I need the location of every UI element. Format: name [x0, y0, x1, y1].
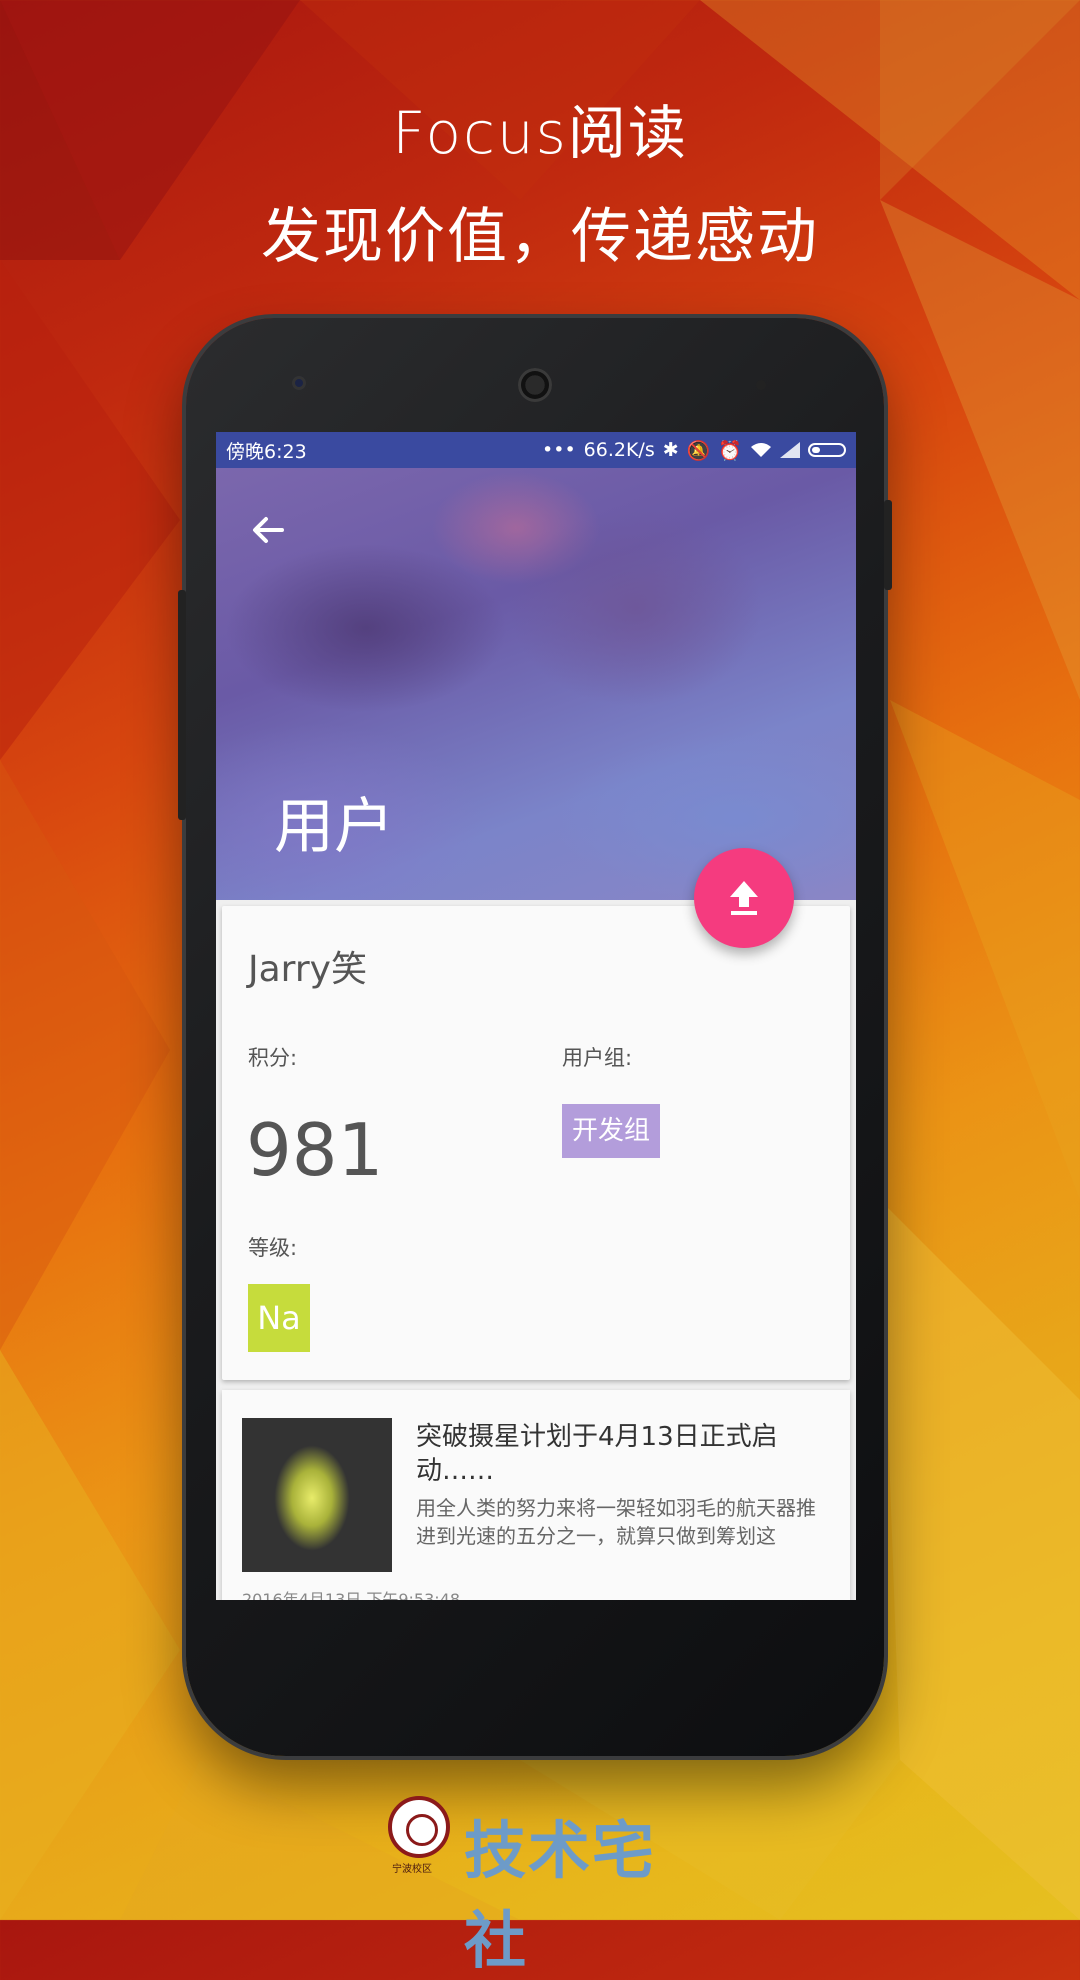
score-value: 981 [246, 1108, 384, 1192]
user-info-card: Jarry笑 积分: 981 用户组: 开发组 等级: Na [222, 906, 850, 1380]
earpiece-speaker [518, 368, 552, 402]
level-badge: Na [248, 1284, 310, 1352]
group-label: 用户组: [562, 1046, 633, 1070]
status-right: ••• 66.2K/s ✱ 🔕 ⏰ [542, 439, 846, 462]
article-thumbnail [242, 1418, 392, 1572]
logo-subtext: 宁波校区 [392, 1864, 432, 1875]
article-card[interactable]: 突破摄星计划于4月13日正式启动…… 用全人类的努力来将一架轻如羽毛的航天器推进… [222, 1390, 850, 1600]
phone-screen: 傍晚6:23 ••• 66.2K/s ✱ 🔕 ⏰ 用户 Jarry笑 积分: 9… [216, 432, 856, 1600]
article-title: 突破摄星计划于4月13日正式启动…… [416, 1422, 778, 1486]
mute-icon: 🔕 [686, 439, 711, 462]
footer-logo: 技术宅社 宁波校区 [388, 1796, 678, 1977]
profile-header: 用户 [216, 468, 856, 900]
battery-icon [808, 443, 846, 457]
alarm-icon: ⏰ [718, 439, 742, 462]
level-label: 等级: [248, 1236, 298, 1260]
bluetooth-icon: ✱ [662, 439, 679, 461]
logo-text: 技术宅社 [464, 1814, 657, 1977]
promo-title: Focus阅读 [392, 99, 688, 167]
school-emblem-icon [388, 1796, 450, 1858]
proximity-sensor [756, 380, 766, 390]
status-time: 傍晚6:23 [226, 440, 307, 463]
upload-button[interactable] [694, 848, 794, 948]
more-dots-icon: ••• [542, 439, 576, 461]
score-label: 积分: [248, 1046, 298, 1070]
article-date: 2016年4月13日 下午9:53:48 [242, 1590, 461, 1600]
signal-icon [780, 442, 800, 458]
phone-side-button-left [178, 590, 186, 820]
group-badge: 开发组 [562, 1104, 661, 1158]
status-bar: 傍晚6:23 ••• 66.2K/s ✱ 🔕 ⏰ [216, 432, 856, 468]
username: Jarry笑 [248, 949, 367, 990]
front-camera [292, 376, 306, 390]
article-description: 用全人类的努力来将一架轻如羽毛的航天器推进到光速的五分之一，就算只做到筹划这 [416, 1496, 816, 1548]
arrow-left-icon[interactable] [246, 508, 290, 552]
upload-icon [730, 881, 758, 915]
phone-side-button [884, 500, 892, 590]
wifi-icon [751, 443, 771, 457]
network-speed: 66.2K/s [583, 439, 655, 461]
promo-subtitle: 发现价值，传递感动 [261, 202, 819, 272]
page-title: 用户 [274, 792, 394, 862]
